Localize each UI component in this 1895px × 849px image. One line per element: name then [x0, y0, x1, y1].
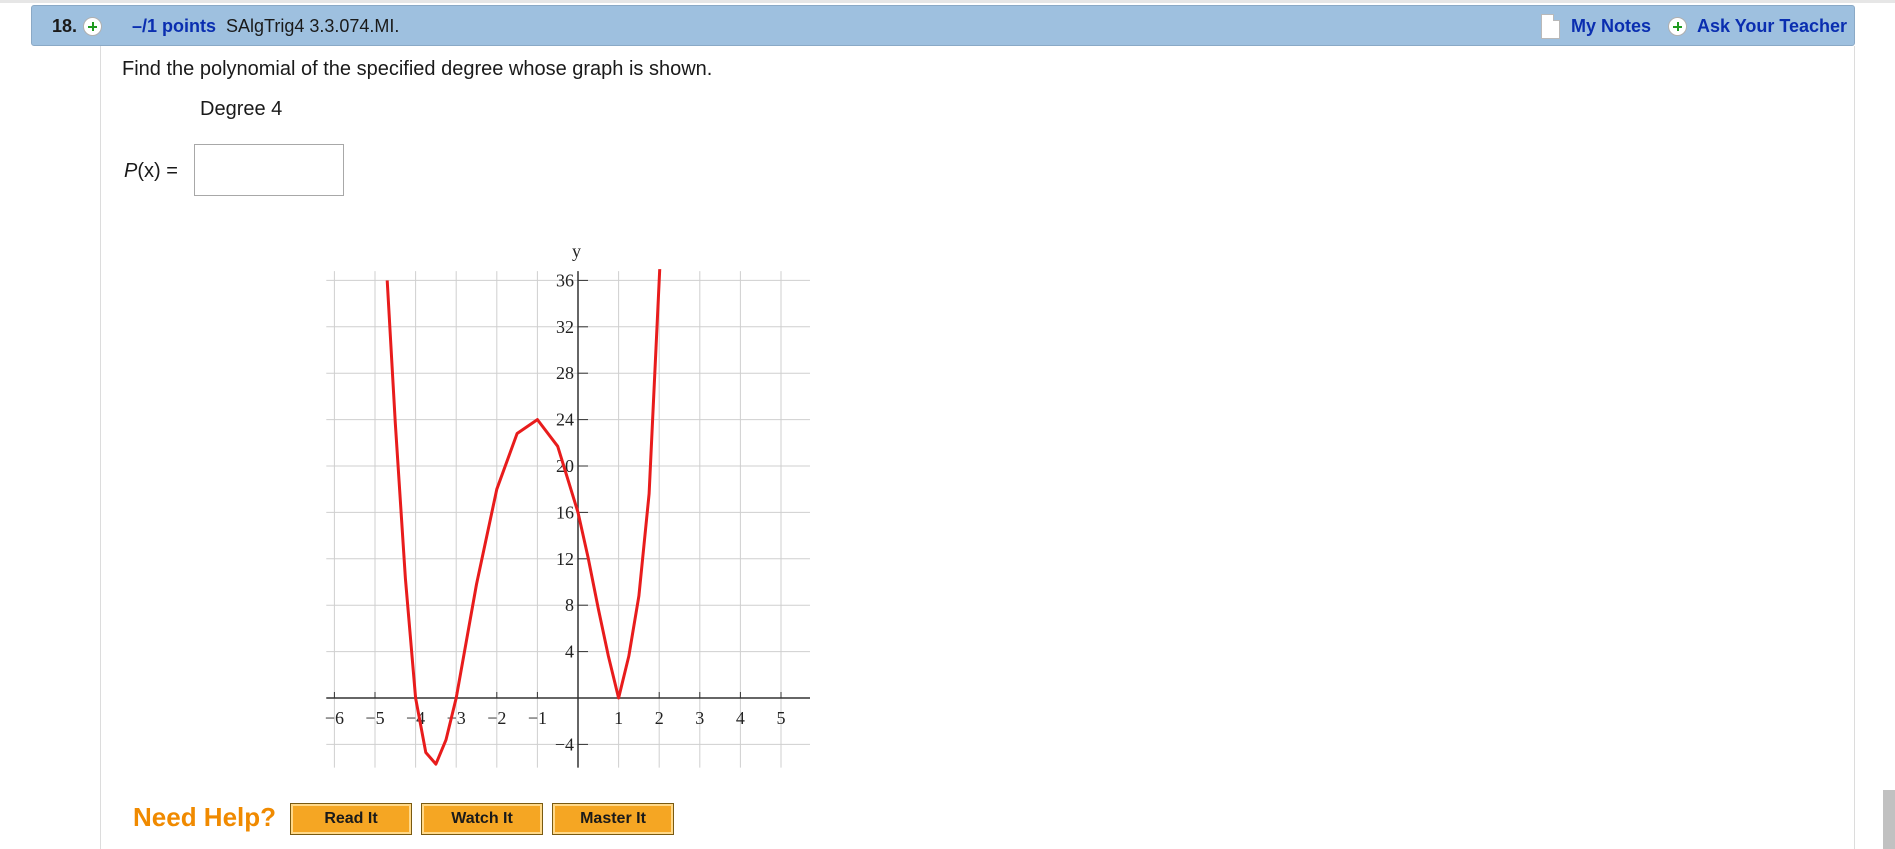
need-help-label: Need Help? — [133, 802, 277, 832]
function-name: P — [124, 160, 138, 182]
y-tick-label: −4 — [555, 734, 574, 754]
function-args: (x) = — [137, 160, 178, 182]
watch-it-button[interactable]: Watch It — [421, 803, 543, 835]
question-id: SAlgTrig4 3.3.074.MI. — [226, 16, 400, 36]
polynomial-answer-input[interactable] — [194, 144, 344, 196]
polynomial-graph: −6−5−4−3−2−1123456−44812162024283236 x y — [325, 241, 810, 768]
ask-teacher-link[interactable]: Ask Your Teacher — [1697, 6, 1847, 47]
read-it-button[interactable]: Read It — [290, 803, 412, 835]
note-icon[interactable] — [1541, 14, 1560, 39]
y-tick-label: 24 — [556, 410, 574, 430]
x-tick-label: −1 — [528, 708, 547, 728]
x-tick-label: 2 — [655, 708, 664, 728]
x-tick-label: −2 — [487, 708, 506, 728]
y-tick-label: 4 — [565, 642, 574, 662]
x-tick-label: −6 — [325, 708, 344, 728]
degree-label: Degree 4 — [200, 98, 283, 120]
question-prompt: Find the polynomial of the specified deg… — [122, 58, 713, 80]
question-number: 18. — [52, 16, 78, 36]
y-axis-label: y — [572, 241, 581, 261]
points-link[interactable]: –/1 points — [132, 6, 216, 47]
x-tick-label: 5 — [777, 708, 786, 728]
y-tick-label: 12 — [556, 549, 574, 569]
master-it-button[interactable]: Master It — [552, 803, 674, 835]
y-tick-label: 28 — [556, 363, 574, 383]
my-notes-link[interactable]: My Notes — [1571, 6, 1651, 47]
question-header: 18. –/1 points SAlgTrig4 3.3.074.MI. My … — [31, 5, 1855, 46]
scrollbar-thumb[interactable] — [1883, 790, 1895, 849]
x-tick-label: −4 — [406, 708, 425, 728]
expand-plus-icon[interactable] — [83, 17, 102, 36]
y-tick-label: 16 — [556, 502, 574, 522]
ask-teacher-plus-icon[interactable] — [1668, 17, 1687, 36]
x-tick-label: 1 — [614, 708, 623, 728]
y-tick-label: 32 — [556, 317, 574, 337]
answer-label: P(x) = — [124, 160, 178, 183]
x-tick-label: 4 — [736, 708, 745, 728]
x-tick-label: 3 — [695, 708, 704, 728]
polynomial-curve — [385, 269, 662, 766]
y-tick-label: 8 — [565, 595, 574, 615]
y-tick-label: 36 — [556, 270, 574, 290]
top-border — [0, 0, 1895, 3]
x-tick-label: −5 — [365, 708, 384, 728]
